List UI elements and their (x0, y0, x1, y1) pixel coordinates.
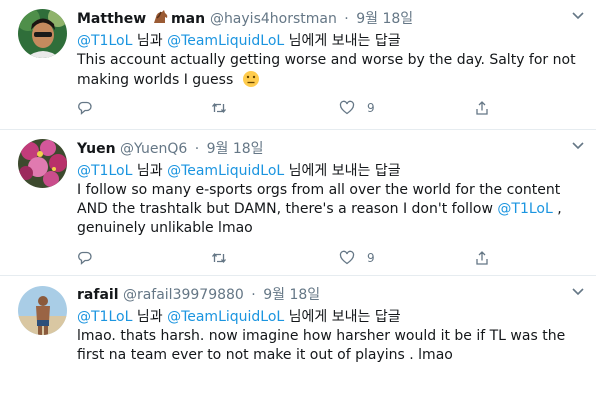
tweet-date[interactable]: 9월 18일 (263, 287, 320, 303)
tweet-date[interactable]: 9월 18일 (356, 11, 413, 27)
reply-and-text: 님과 (136, 309, 163, 325)
mention-link[interactable]: @T1LoL (77, 163, 132, 179)
tweet-actions: 9 (77, 97, 497, 119)
tweet-text: This account actually getting worse and … (77, 51, 582, 90)
retweet-button[interactable] (211, 97, 227, 119)
display-name[interactable]: Yuen (77, 141, 116, 157)
tweet[interactable]: rafail @rafail39979880 · 9월 18일 @T1LoL 님… (0, 276, 596, 404)
reply-context: @T1LoL 님과 @TeamLiquidLoL 님에게 보내는 답글 (77, 161, 582, 181)
like-button[interactable]: 9 (339, 247, 375, 269)
user-handle[interactable]: @YuenQ6 (120, 141, 187, 157)
heart-icon (339, 250, 355, 265)
mention-link[interactable]: @T1LoL (497, 201, 552, 217)
retweet-icon (211, 252, 227, 264)
reply-suffix-text: 님에게 보내는 답글 (288, 309, 401, 325)
share-button[interactable] (474, 247, 490, 269)
user-handle[interactable]: @rafail39979880 (123, 287, 244, 303)
tweet-text: lmao. thats harsh. now imagine how harsh… (77, 327, 582, 365)
avatar[interactable] (18, 9, 67, 58)
reply-and-text: 님과 (136, 163, 163, 179)
tweet-text-line: making worlds I guess (77, 70, 582, 90)
slightly-frowning-emoji-icon (242, 71, 259, 87)
reply-context: @T1LoL 님과 @TeamLiquidLoL 님에게 보내는 답글 (77, 307, 582, 327)
tweet-text-line: lmao. thats harsh. now imagine how harsh… (77, 328, 566, 344)
reply-context: @T1LoL 님과 @TeamLiquidLoL 님에게 보내는 답글 (77, 31, 582, 51)
chevron-down-icon[interactable] (572, 288, 584, 296)
reply-suffix-text: 님에게 보내는 답글 (288, 33, 401, 49)
heart-icon (339, 100, 355, 115)
mention-link[interactable]: @T1LoL (77, 33, 132, 49)
tweet-text: I follow so many e-sports orgs from all … (77, 181, 582, 238)
avatar[interactable] (18, 286, 67, 335)
separator-dot: · (344, 11, 349, 27)
share-icon (476, 251, 488, 265)
like-count: 9 (367, 251, 375, 265)
reply-and-text: 님과 (136, 33, 163, 49)
share-button[interactable] (474, 97, 490, 119)
reply-suffix-text: 님에게 보내는 답글 (288, 163, 401, 179)
tweet-text-line: I follow so many e-sports orgs from all … (77, 182, 561, 198)
chevron-down-icon[interactable] (572, 142, 584, 150)
retweet-button[interactable] (211, 247, 227, 269)
tweet[interactable]: Yuen @YuenQ6 · 9월 18일 @T1LoL 님과 @TeamLiq… (0, 130, 596, 276)
tweet-text-line: first na team ever to not make it out of… (77, 347, 453, 363)
tweet[interactable]: Matthew man @hayis4horstman · 9월 18일 @T1… (0, 0, 596, 130)
share-icon (476, 101, 488, 115)
separator-dot: · (194, 141, 200, 157)
like-count: 9 (367, 101, 375, 115)
mention-link[interactable]: @TeamLiquidLoL (167, 33, 284, 49)
retweet-icon (211, 102, 227, 114)
reply-icon (78, 251, 92, 265)
tweet-text-line: AND the trashtalk but DAMN, there's a re… (77, 201, 562, 217)
separator-dot: · (251, 287, 256, 303)
reply-button[interactable] (77, 97, 93, 119)
tweet-text-line: genuinely unlikable lmao (77, 220, 253, 236)
tweet-text-line: This account actually getting worse and … (77, 52, 576, 68)
like-button[interactable]: 9 (339, 97, 375, 119)
tweet-date[interactable]: 9월 18일 (207, 141, 264, 157)
chevron-down-icon[interactable] (572, 12, 584, 20)
avatar[interactable] (18, 139, 67, 188)
mention-link[interactable]: @T1LoL (77, 309, 132, 325)
mention-link[interactable]: @TeamLiquidLoL (167, 309, 284, 325)
mention-link[interactable]: @TeamLiquidLoL (167, 163, 284, 179)
reply-button[interactable] (77, 247, 93, 269)
user-handle[interactable]: @hayis4horstman (210, 11, 337, 27)
display-name[interactable]: Matthew man (77, 10, 210, 27)
reply-icon (78, 101, 92, 115)
tweet-actions: 9 (77, 247, 497, 269)
horse-emoji-icon (154, 10, 168, 23)
display-name[interactable]: rafail (77, 287, 119, 303)
